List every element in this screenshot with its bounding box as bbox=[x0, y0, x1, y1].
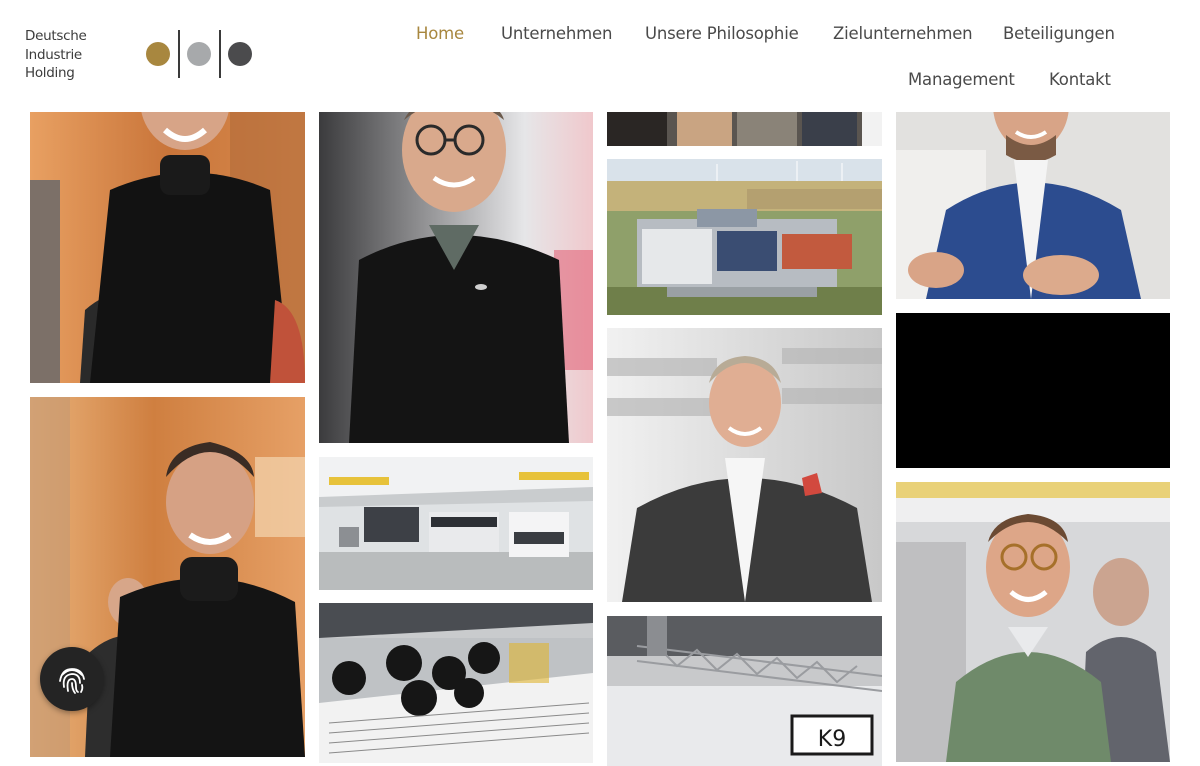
logo-mark[interactable] bbox=[145, 30, 255, 78]
nav-item-beteiligungen[interactable]: Beteiligungen bbox=[1003, 24, 1115, 43]
logo-dot-grey bbox=[187, 42, 211, 66]
logo-divider bbox=[219, 30, 221, 78]
nav-item-home[interactable]: Home bbox=[416, 24, 464, 43]
fingerprint-icon bbox=[59, 668, 85, 694]
gallery-photo-fair-booth[interactable]: K9 bbox=[607, 616, 882, 766]
svg-text:K9: K9 bbox=[818, 727, 846, 752]
gallery-photo-aerial-site[interactable] bbox=[607, 159, 882, 315]
logo-line-1: Deutsche bbox=[25, 28, 87, 44]
privacy-settings-button[interactable] bbox=[40, 647, 104, 711]
logo-dot-gold bbox=[146, 42, 170, 66]
nav-item-kontakt[interactable]: Kontakt bbox=[1049, 70, 1111, 89]
nav-item-unternehmen[interactable]: Unternehmen bbox=[501, 24, 612, 43]
nav-item-unsere-philosophie[interactable]: Unsere Philosophie bbox=[645, 24, 799, 43]
logo-line-3: Holding bbox=[25, 65, 75, 81]
nav-item-management[interactable]: Management bbox=[908, 70, 1015, 89]
gallery-photo-man-glasses-polo[interactable] bbox=[319, 60, 593, 443]
logo-line-2: Industrie bbox=[25, 46, 82, 63]
gallery-photo-man-green-sweater[interactable] bbox=[896, 482, 1170, 762]
gallery-photo-man-grey-blazer[interactable] bbox=[607, 328, 882, 602]
site-header: Deutsche Industrie Holding Home Unterneh… bbox=[0, 0, 1200, 112]
gallery-video-placeholder[interactable] bbox=[896, 313, 1170, 468]
nav-item-zielunternehmen[interactable]: Zielunternehmen bbox=[833, 24, 973, 43]
gallery-photo-factory-hall[interactable] bbox=[319, 457, 593, 590]
gallery-photo-printing-machine[interactable] bbox=[319, 603, 593, 763]
logo-wordmark[interactable]: Deutsche Industrie Holding bbox=[25, 27, 87, 83]
logo-divider bbox=[178, 30, 180, 78]
logo-dot-dark bbox=[228, 42, 252, 66]
